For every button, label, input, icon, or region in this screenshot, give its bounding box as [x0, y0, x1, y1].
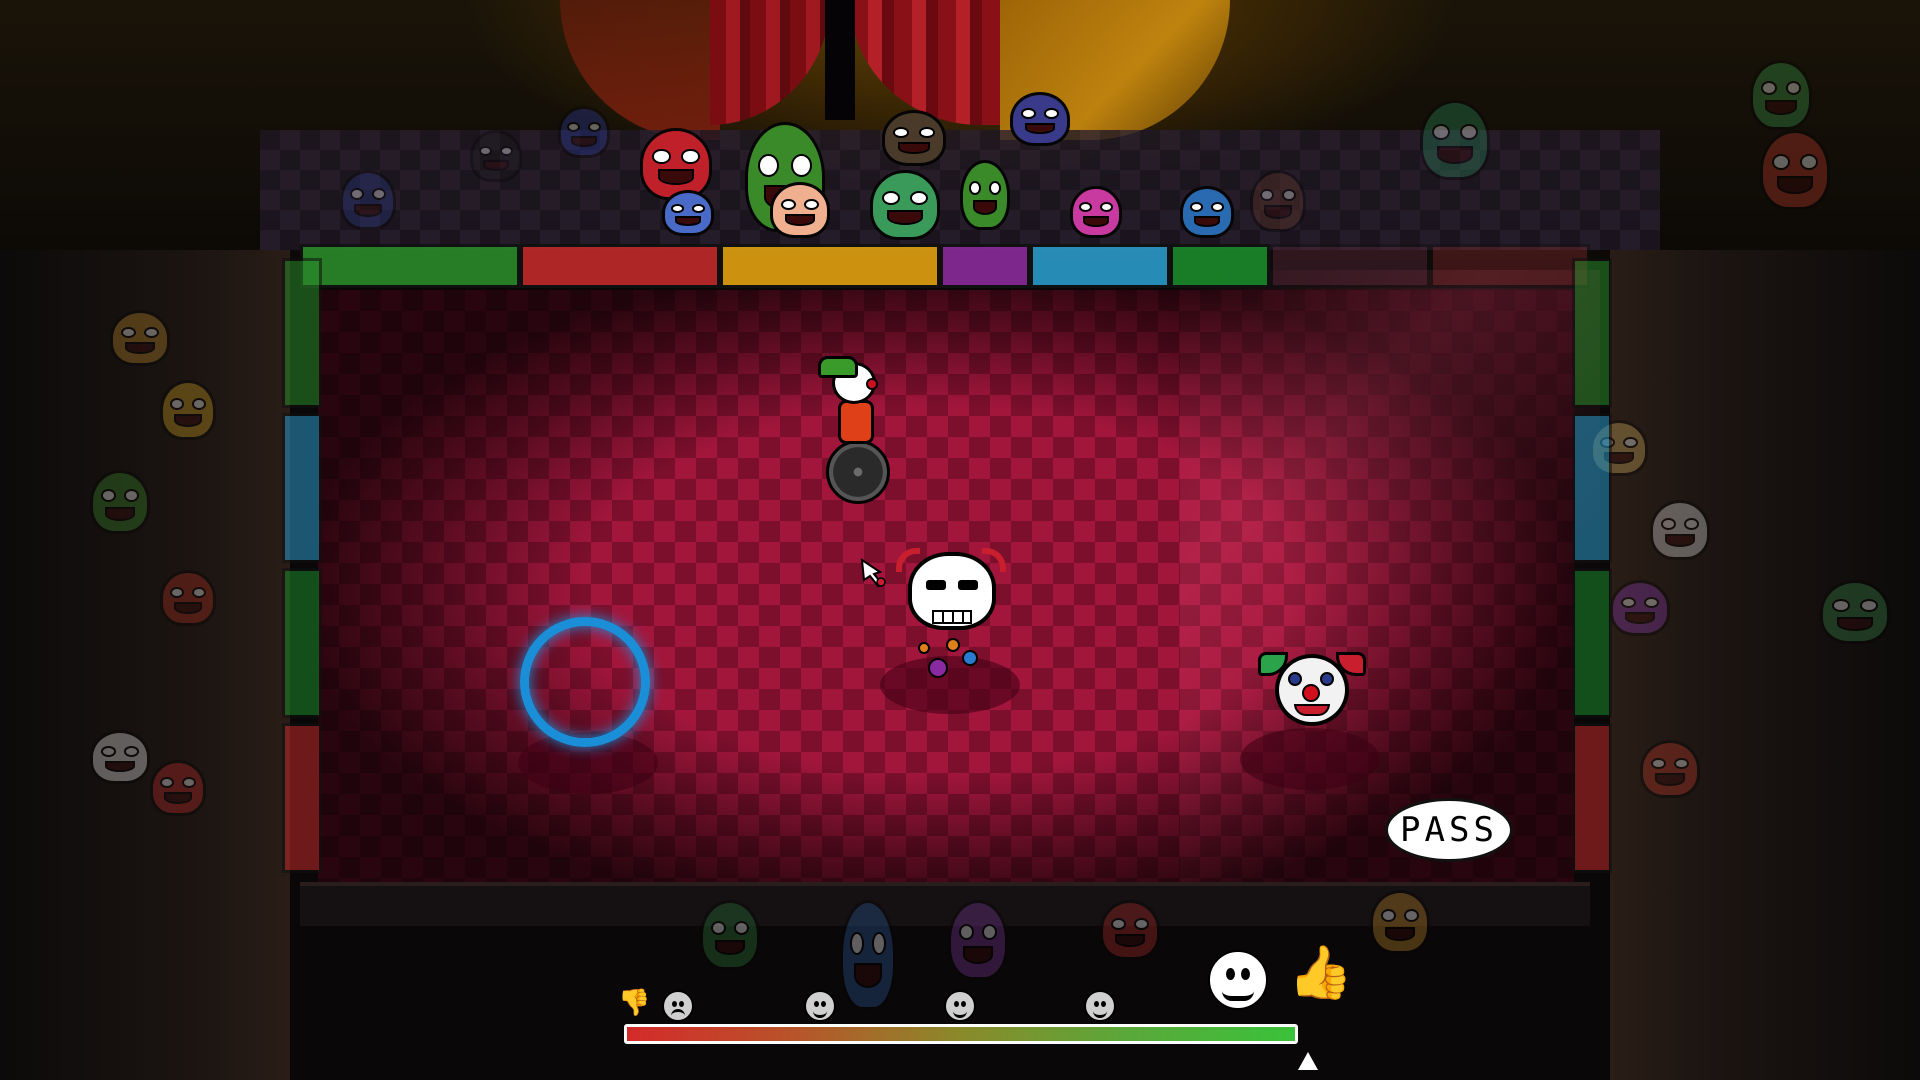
audience-side-left-2 [90, 470, 150, 534]
pass-button[interactable]: PASS [1385, 798, 1513, 862]
aim-cursor-icon [860, 558, 886, 588]
barrier-segment [1030, 244, 1170, 288]
thumb-up-icon: 👍 [1288, 943, 1353, 1003]
barrier-segment [1430, 244, 1590, 288]
right-audience-stands [1610, 250, 1920, 1080]
left-audience-stands [0, 250, 290, 1080]
audience-side-right-4 [1820, 580, 1890, 644]
audience-monster-bear [882, 110, 946, 166]
barrier-side-segment [282, 413, 322, 563]
audience-front-blue [840, 900, 896, 1010]
audience-kid [770, 182, 830, 238]
juggle-ball-orange-2 [946, 638, 960, 652]
audience-side-left-3 [160, 570, 216, 626]
crowd-mood-bar [624, 1024, 1298, 1044]
arena-barrier-left [282, 258, 322, 878]
audience-sunflower [160, 380, 216, 440]
audience-monster-flipping [1010, 92, 1070, 146]
crowd-mood-fill [627, 1027, 1295, 1041]
audience-front-purple [948, 900, 1008, 980]
evil-clown-eye-right [1320, 672, 1334, 686]
juggle-ball-orange [918, 642, 930, 654]
barrier-segment [940, 244, 1030, 288]
barrier-side-segment [282, 568, 322, 718]
thumb-down-icon: 👎 [618, 988, 651, 1018]
audience-monster-far-left [340, 170, 396, 230]
audience-monster-brown [1250, 170, 1306, 232]
target-ring[interactable] [520, 617, 650, 747]
barrier-side-segment [1572, 413, 1612, 563]
barrier-side-segment [282, 723, 322, 873]
audience-plant [960, 160, 1010, 230]
evil-clown-nose [1302, 684, 1320, 702]
audience-side-right-5 [1640, 740, 1700, 798]
skull-eye-right [958, 580, 978, 590]
audience-front-green [700, 900, 760, 970]
skull-boss-shadow [880, 656, 1020, 714]
juggle-ball-purple [928, 658, 948, 678]
unicycle-wheel [826, 440, 890, 504]
spotlight-beam [1180, 270, 1600, 890]
audience-side-left-1 [110, 310, 170, 366]
barrier-segment [520, 244, 720, 288]
evil-clown-eye-left [1288, 672, 1302, 686]
audience-monster-red [640, 128, 712, 200]
sad-face-icon [662, 990, 694, 1022]
barrier-side-segment [1572, 258, 1612, 408]
arena-barrier-right [1572, 258, 1612, 878]
skull-eye-left [926, 580, 946, 590]
evil-clown-shadow [1240, 728, 1380, 790]
audience-front-red [1100, 900, 1160, 960]
player-body [838, 400, 874, 444]
audience-monster-right-green [1420, 100, 1490, 180]
audience-side-right-3 [1610, 580, 1670, 636]
barrier-side-segment [1572, 723, 1612, 873]
neutral-face-icon [804, 990, 836, 1022]
skull-teeth [932, 610, 972, 624]
player-hat [818, 356, 858, 378]
barrier-segment [720, 244, 940, 288]
neutral-face-icon [1084, 990, 1116, 1022]
happy-face-icon [1208, 950, 1268, 1010]
arena-barrier-top [300, 244, 1590, 294]
audience-monster-corner [1750, 60, 1812, 130]
audience-monster-shadow [470, 130, 522, 182]
curtain-opening [825, 0, 855, 120]
juggle-ball-blue [962, 650, 978, 666]
audience-monster-blue [1180, 186, 1234, 238]
audience-monster-lilac [662, 190, 714, 236]
barrier-side-segment [282, 258, 322, 408]
audience-monster-teal [870, 170, 940, 240]
barrier-segment [1170, 244, 1270, 288]
neutral-face-icon [944, 990, 976, 1022]
audience-monster-navy [558, 106, 610, 158]
audience-side-left-4 [90, 730, 150, 784]
audience-monster-pink [1070, 186, 1122, 238]
audience-front-orange [1370, 890, 1430, 954]
player-nose [866, 378, 878, 390]
audience-side-right-2 [1650, 500, 1710, 560]
audience-monster-corner-red [1760, 130, 1830, 210]
barrier-side-segment [1572, 568, 1612, 718]
barrier-segment [300, 244, 520, 288]
barrier-segment [1270, 244, 1430, 288]
game-scene[interactable]: PASS 👎 👍 [0, 0, 1920, 1080]
audience-side-left-5 [150, 760, 206, 816]
mood-marker-icon [1298, 1052, 1318, 1070]
